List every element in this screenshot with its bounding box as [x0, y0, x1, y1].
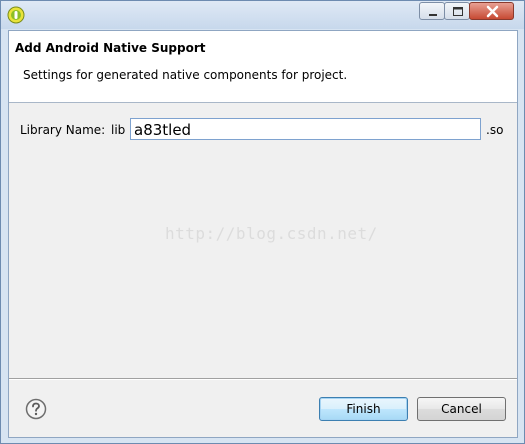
- close-icon: [486, 5, 499, 18]
- help-icon: [25, 398, 47, 420]
- close-button[interactable]: [469, 2, 514, 20]
- title-bar[interactable]: [1, 1, 524, 29]
- footer-divider: [9, 378, 517, 380]
- library-name-label: Library Name:: [20, 123, 106, 137]
- android-logo-icon: [7, 6, 25, 24]
- dialog-window: Add Android Native Support Settings for …: [0, 0, 525, 444]
- maximize-icon: [453, 7, 463, 16]
- page-title: Add Android Native Support: [15, 41, 206, 55]
- finish-button[interactable]: Finish: [319, 397, 408, 421]
- page-description: Settings for generated native components…: [23, 68, 348, 82]
- library-suffix-label: .so: [486, 123, 504, 137]
- library-prefix-label: lib: [111, 123, 126, 137]
- help-button[interactable]: [25, 398, 47, 420]
- wizard-header: Add Android Native Support Settings for …: [9, 31, 517, 103]
- dialog-client-area: Add Android Native Support Settings for …: [8, 30, 518, 438]
- library-name-input[interactable]: [130, 118, 481, 140]
- minimize-icon: [429, 14, 437, 16]
- cancel-button[interactable]: Cancel: [417, 397, 506, 421]
- minimize-button[interactable]: [419, 2, 445, 20]
- watermark-text: http://blog.csdn.net/: [165, 224, 378, 243]
- maximize-button[interactable]: [444, 2, 470, 20]
